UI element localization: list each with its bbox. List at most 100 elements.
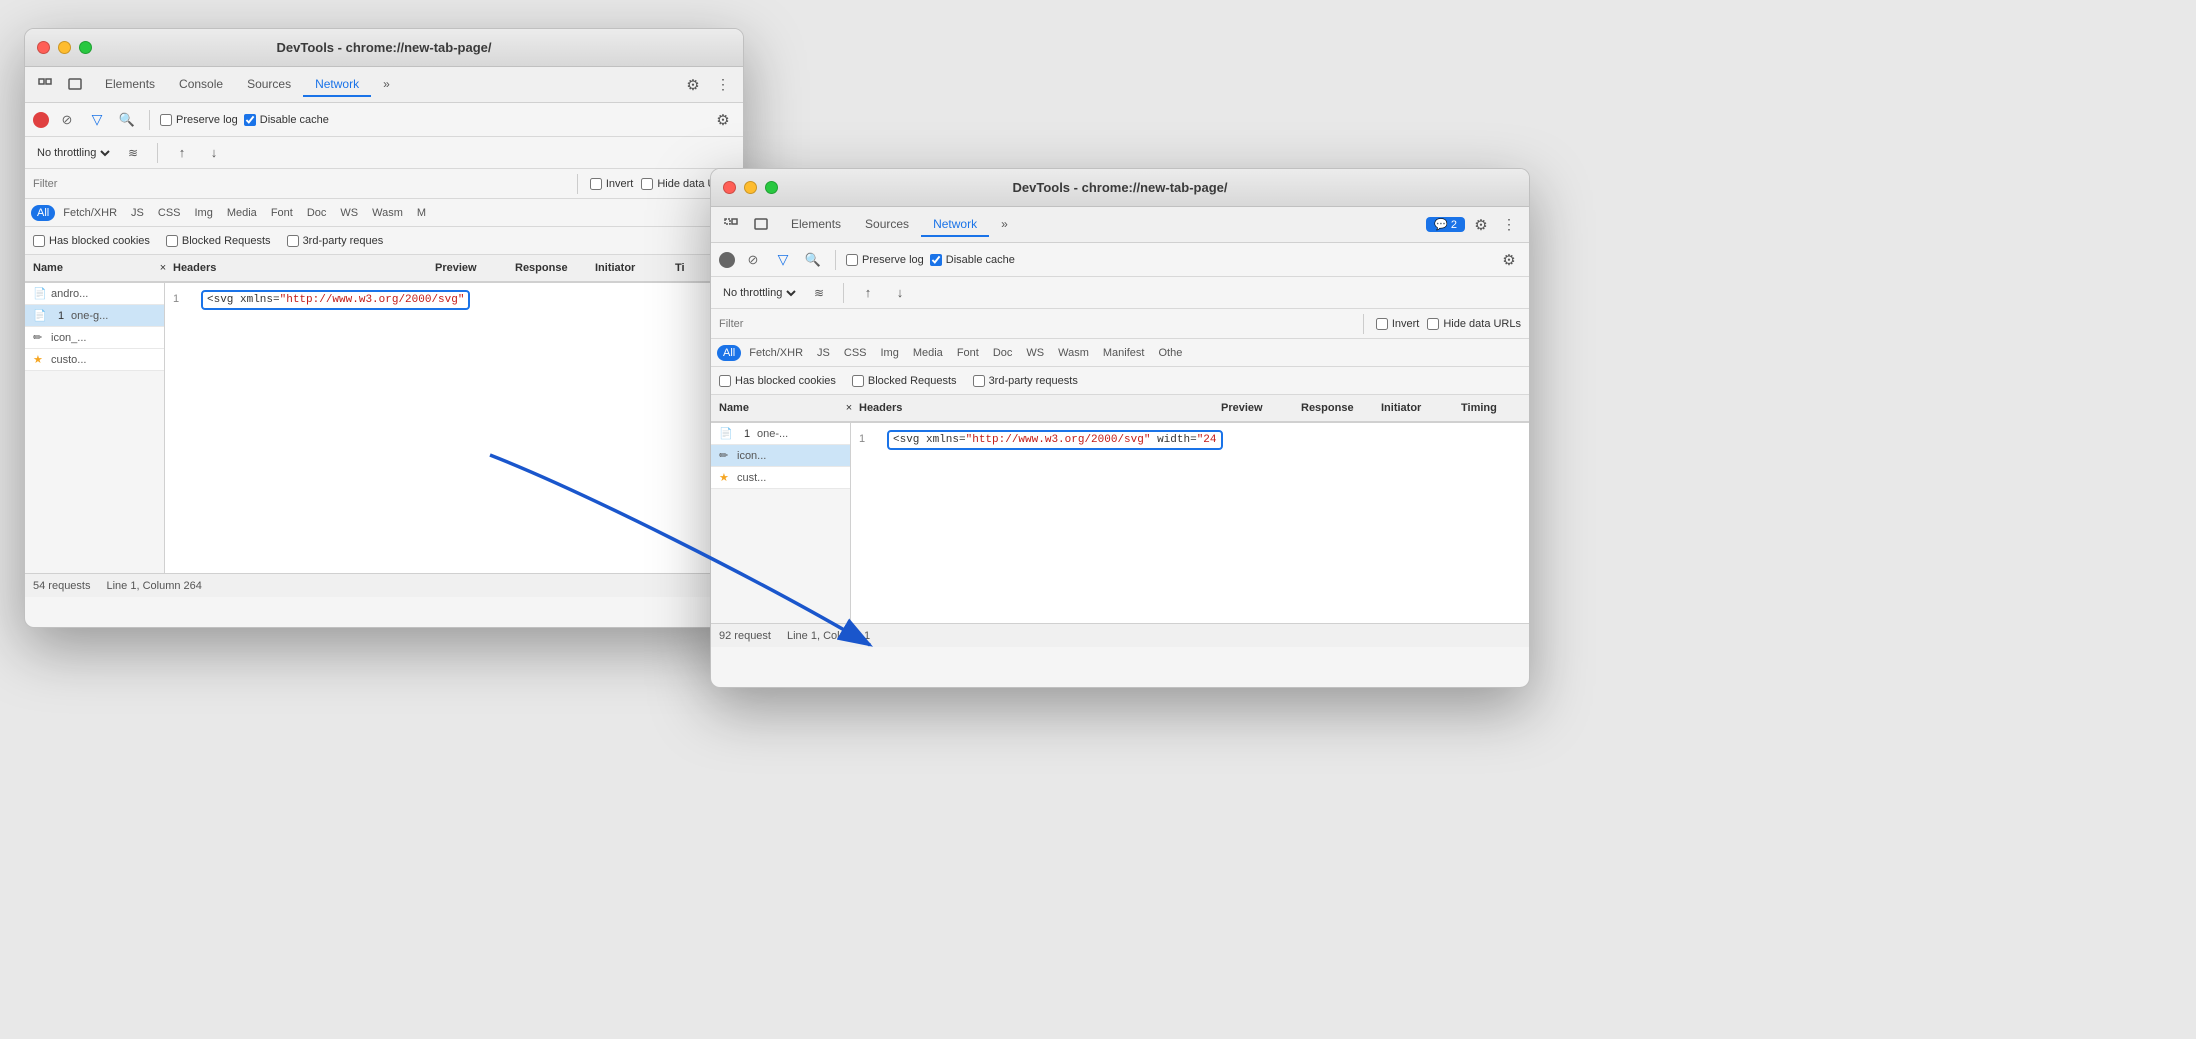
third-party-2[interactable]: 3rd-party requests <box>973 375 1078 387</box>
filter-input-2[interactable] <box>719 318 1351 330</box>
col-initiator-2: Initiator <box>1381 402 1461 414</box>
device-icon-2[interactable] <box>749 213 773 237</box>
type-ws-1[interactable]: WS <box>334 205 364 221</box>
table-row-andro-1[interactable]: 📄 andro... <box>25 283 164 305</box>
type-font-1[interactable]: Font <box>265 205 299 221</box>
invert-input-1[interactable] <box>590 178 602 190</box>
tab-elements-1[interactable]: Elements <box>93 73 167 97</box>
preserve-log-checkbox-2[interactable]: Preserve log <box>846 254 924 266</box>
more-icon-1[interactable]: ⋮ <box>711 73 735 97</box>
upload-icon-1[interactable]: ↑ <box>170 141 194 165</box>
blocked-cookies-1[interactable]: Has blocked cookies <box>33 235 150 247</box>
type-css-2[interactable]: CSS <box>838 345 873 361</box>
type-doc-1[interactable]: Doc <box>301 205 333 221</box>
doc-icon: 📄 <box>33 309 47 323</box>
preserve-log-input-1[interactable] <box>160 114 172 126</box>
response-highlight-2: <svg xmlns="http://www.w3.org/2000/svg" … <box>887 430 1223 450</box>
tab-elements-2[interactable]: Elements <box>779 213 853 237</box>
maximize-button-1[interactable] <box>79 41 92 54</box>
type-fetch-2[interactable]: Fetch/XHR <box>743 345 809 361</box>
hide-data-urls-input-1[interactable] <box>641 178 653 190</box>
blocked-requests-2[interactable]: Blocked Requests <box>852 375 957 387</box>
type-manifest-2[interactable]: Manifest <box>1097 345 1151 361</box>
download-icon-1[interactable]: ↓ <box>202 141 226 165</box>
type-js-1[interactable]: JS <box>125 205 150 221</box>
type-css-1[interactable]: CSS <box>152 205 187 221</box>
type-ws-2[interactable]: WS <box>1020 345 1050 361</box>
preserve-log-checkbox-1[interactable]: Preserve log <box>160 114 238 126</box>
inspect-icon[interactable] <box>33 73 57 97</box>
tab-sources-2[interactable]: Sources <box>853 213 921 237</box>
table-row-icon-2[interactable]: ✏ icon... <box>711 445 850 467</box>
preserve-log-input-2[interactable] <box>846 254 858 266</box>
download-icon-2[interactable]: ↓ <box>888 281 912 305</box>
table-row-icon-1[interactable]: ✏ icon_... <box>25 327 164 349</box>
hide-data-urls-checkbox-2[interactable]: Hide data URLs <box>1427 318 1521 330</box>
tab-more-1[interactable]: » <box>371 73 402 97</box>
table-row-one-2[interactable]: 📄 1 one-... <box>711 423 850 445</box>
type-js-2[interactable]: JS <box>811 345 836 361</box>
clear-button-2[interactable]: ⊘ <box>741 248 765 272</box>
device-icon[interactable] <box>63 73 87 97</box>
filter-icon-2[interactable]: ▽ <box>771 248 795 272</box>
type-m-1[interactable]: M <box>411 205 432 221</box>
record-button-1[interactable] <box>33 112 49 128</box>
network-settings-2[interactable]: ⚙ <box>1497 248 1521 272</box>
tab-more-2[interactable]: » <box>989 213 1020 237</box>
type-font-2[interactable]: Font <box>951 345 985 361</box>
disable-cache-input-2[interactable] <box>930 254 942 266</box>
throttle-select-1[interactable]: No throttling <box>33 146 113 160</box>
type-doc-2[interactable]: Doc <box>987 345 1019 361</box>
filter-icon-1[interactable]: ▽ <box>85 108 109 132</box>
blocked-cookies-2[interactable]: Has blocked cookies <box>719 375 836 387</box>
more-icon-2[interactable]: ⋮ <box>1497 213 1521 237</box>
filter-input-1[interactable] <box>33 178 565 190</box>
content-area-1: 📄 andro... 📄 1 one-g... ✏ icon_... ★ cus… <box>25 283 743 573</box>
disable-cache-checkbox-1[interactable]: Disable cache <box>244 114 329 126</box>
type-all-2[interactable]: All <box>717 345 741 361</box>
type-media-1[interactable]: Media <box>221 205 263 221</box>
close-button-2[interactable] <box>723 181 736 194</box>
invert-checkbox-1[interactable]: Invert <box>590 178 634 190</box>
close-button-1[interactable] <box>37 41 50 54</box>
type-wasm-1[interactable]: Wasm <box>366 205 409 221</box>
table-row-cust-2[interactable]: ★ cust... <box>711 467 850 489</box>
name-list-2: 📄 1 one-... ✏ icon... ★ cust... <box>711 423 851 623</box>
network-settings-1[interactable]: ⚙ <box>711 108 735 132</box>
type-img-1[interactable]: Img <box>189 205 219 221</box>
maximize-button-2[interactable] <box>765 181 778 194</box>
third-party-1[interactable]: 3rd-party reques <box>287 235 384 247</box>
search-icon-2[interactable]: 🔍 <box>801 248 825 272</box>
type-media-2[interactable]: Media <box>907 345 949 361</box>
tab-network-1[interactable]: Network <box>303 73 371 97</box>
disable-cache-input-1[interactable] <box>244 114 256 126</box>
blocked-requests-1[interactable]: Blocked Requests <box>166 235 271 247</box>
hide-data-urls-input-2[interactable] <box>1427 318 1439 330</box>
type-other-2[interactable]: Othe <box>1152 345 1188 361</box>
tab-console-1[interactable]: Console <box>167 73 235 97</box>
search-icon-1[interactable]: 🔍 <box>115 108 139 132</box>
table-row-oneg-1[interactable]: 📄 1 one-g... <box>25 305 164 327</box>
tab-sources-1[interactable]: Sources <box>235 73 303 97</box>
type-wasm-2[interactable]: Wasm <box>1052 345 1095 361</box>
clear-button-1[interactable]: ⊘ <box>55 108 79 132</box>
response-area-2: 1 <svg xmlns="http://www.w3.org/2000/svg… <box>851 423 1529 623</box>
settings-icon-2[interactable]: ⚙ <box>1469 213 1493 237</box>
invert-input-2[interactable] <box>1376 318 1388 330</box>
table-row-custo-1[interactable]: ★ custo... <box>25 349 164 371</box>
disable-cache-checkbox-2[interactable]: Disable cache <box>930 254 1015 266</box>
type-img-2[interactable]: Img <box>875 345 905 361</box>
window-title-2: DevTools - chrome://new-tab-page/ <box>1012 180 1227 195</box>
minimize-button-2[interactable] <box>744 181 757 194</box>
settings-icon-1[interactable]: ⚙ <box>681 73 705 97</box>
type-fetch-1[interactable]: Fetch/XHR <box>57 205 123 221</box>
invert-checkbox-2[interactable]: Invert <box>1376 318 1420 330</box>
tab-network-2[interactable]: Network <box>921 213 989 237</box>
response-line-1: 1 <svg xmlns="http://www.w3.org/2000/svg… <box>173 291 735 308</box>
minimize-button-1[interactable] <box>58 41 71 54</box>
record-button-2[interactable] <box>719 252 735 268</box>
inspect-icon-2[interactable] <box>719 213 743 237</box>
type-all-1[interactable]: All <box>31 205 55 221</box>
upload-icon-2[interactable]: ↑ <box>856 281 880 305</box>
throttle-select-2[interactable]: No throttling <box>719 286 799 300</box>
